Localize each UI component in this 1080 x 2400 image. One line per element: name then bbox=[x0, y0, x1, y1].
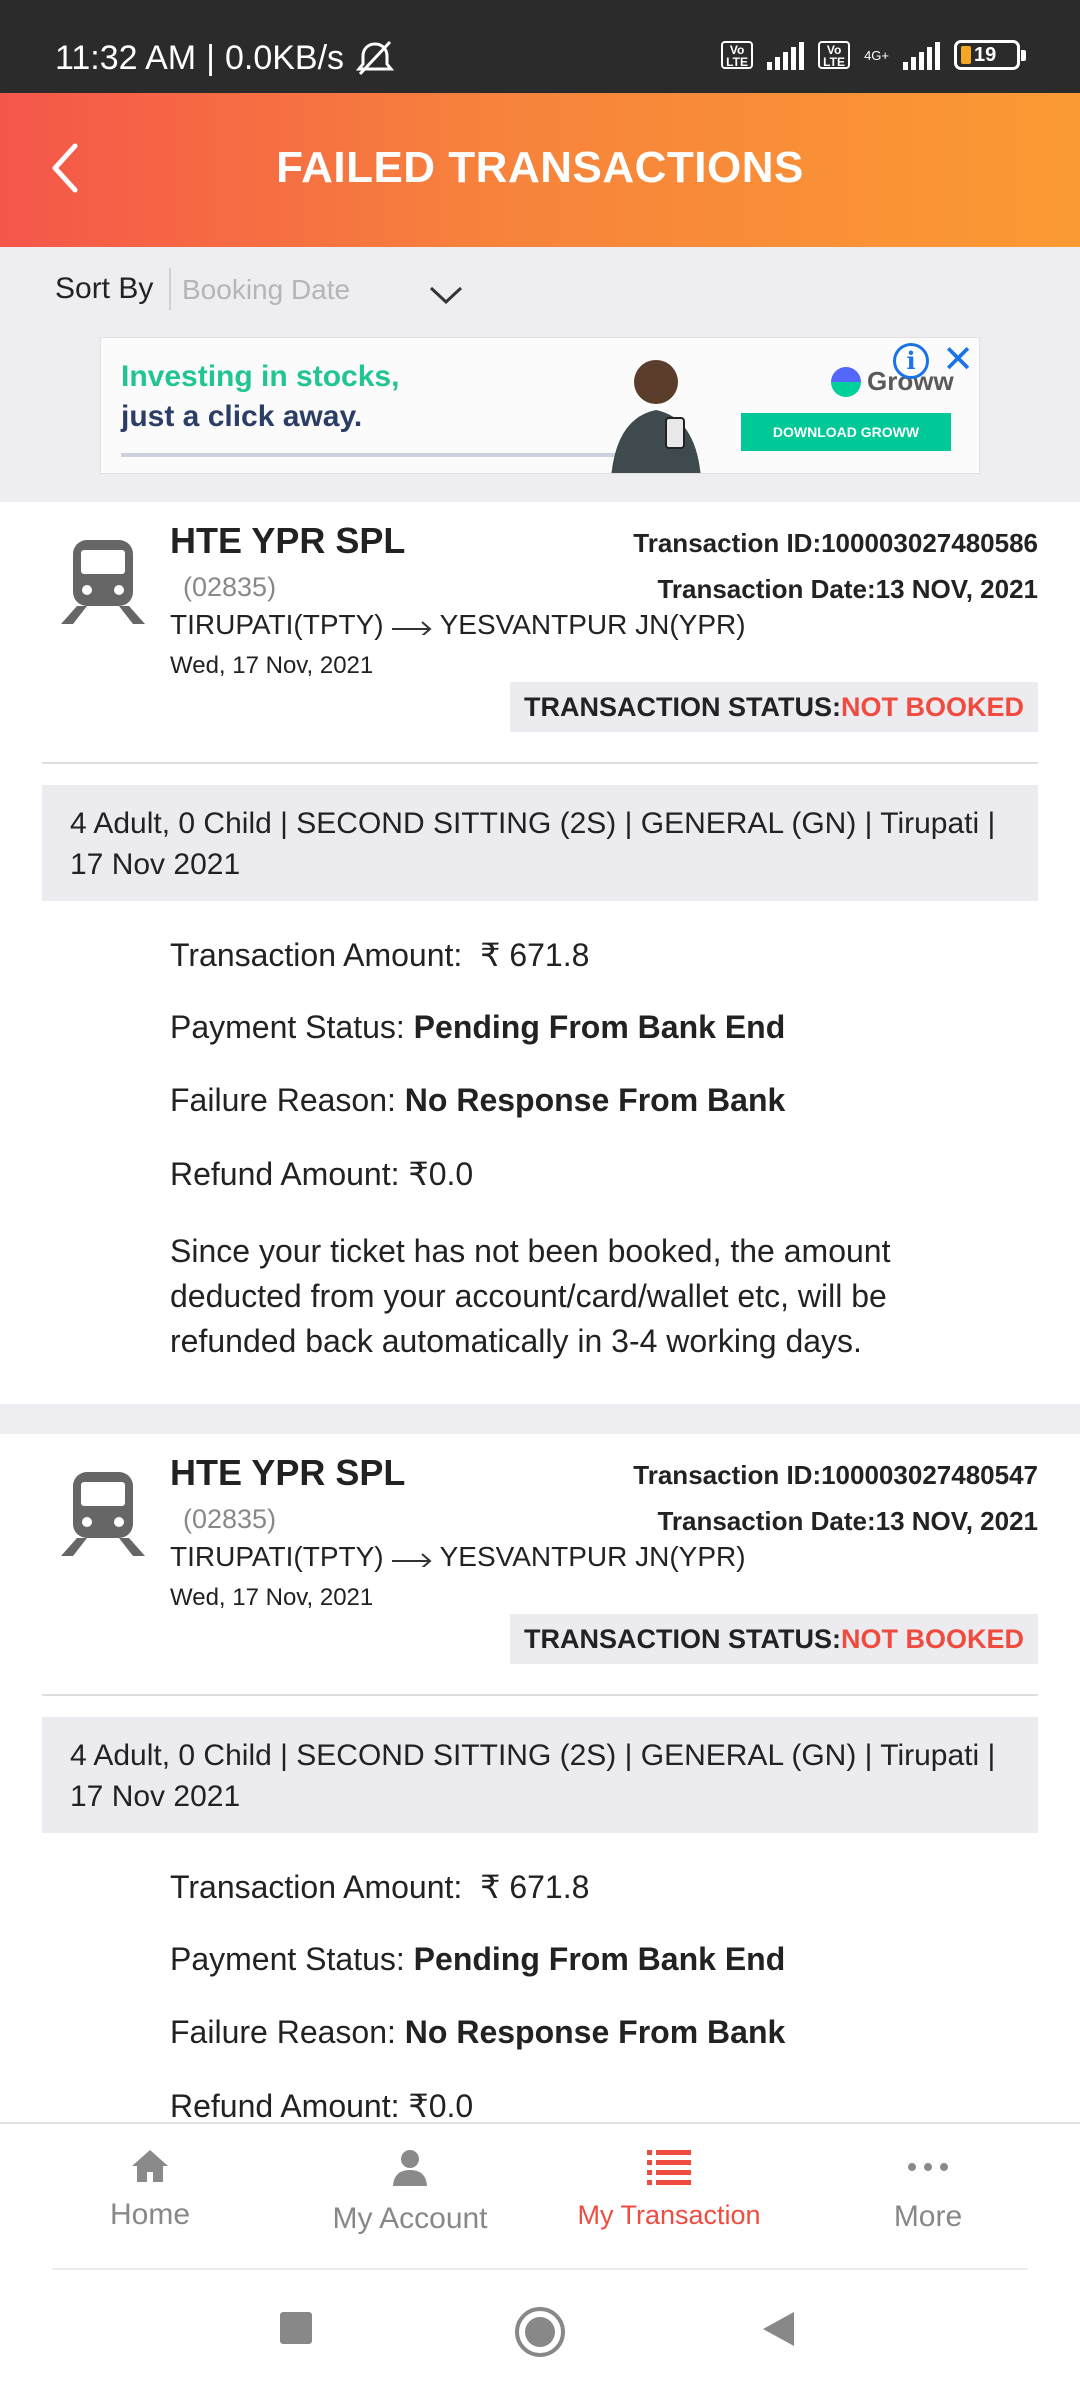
ad-brand: Groww bbox=[831, 366, 954, 397]
transaction-card[interactable]: HTE YPR SPL (02835) TIRUPATI(TPTY) YESVA… bbox=[0, 502, 1080, 1404]
refund-note: Since your ticket has not been booked, t… bbox=[170, 1233, 891, 1359]
train-icon bbox=[61, 1472, 145, 1556]
nav-home[interactable]: Home bbox=[20, 2148, 280, 2232]
signal-icon-2 bbox=[903, 40, 940, 70]
ad-headline-1: Investing in stocks, bbox=[121, 360, 400, 393]
clock: 11:32 AM bbox=[55, 38, 197, 77]
ad-banner[interactable]: Investing in stocks, just a click away. … bbox=[100, 337, 980, 474]
refund-amount: Refund Amount: ₹0.0 bbox=[170, 1156, 474, 1192]
home-icon bbox=[132, 2150, 168, 2182]
transaction-amount: Transaction Amount: ₹ 671.8 bbox=[170, 1869, 590, 1905]
route: TIRUPATI(TPTY) YESVANTPUR JN(YPR) bbox=[170, 609, 746, 641]
signal-icon bbox=[767, 40, 805, 70]
list-icon bbox=[647, 2150, 691, 2185]
divider bbox=[42, 762, 1038, 764]
train-name: HTE YPR SPL bbox=[170, 520, 406, 561]
failure-reason: Failure Reason: No Response From Bank bbox=[170, 2014, 786, 2050]
status-right: Vo LTE Vo LTE 4G+ 19 bbox=[721, 40, 1026, 70]
nav-more[interactable]: More bbox=[798, 2148, 1058, 2234]
account-icon bbox=[393, 2150, 427, 2186]
network-speed: 0.0KB/s bbox=[224, 38, 345, 77]
ad-info-icon[interactable]: i bbox=[893, 343, 929, 379]
route: TIRUPATI(TPTY) YESVANTPUR JN(YPR) bbox=[170, 1541, 746, 1573]
more-icon bbox=[908, 2163, 948, 2171]
alarm-off-icon bbox=[355, 40, 395, 76]
train-name: HTE YPR SPL bbox=[170, 1452, 406, 1493]
network-type: 4G+ bbox=[864, 47, 889, 63]
to-station: YESVANTPUR JN(YPR) bbox=[439, 609, 746, 640]
divider bbox=[42, 1694, 1038, 1696]
arrow-right-icon bbox=[391, 621, 432, 635]
refund-amount: Refund Amount: ₹0.0 bbox=[170, 2088, 474, 2122]
sort-dropdown[interactable]: Booking Date bbox=[182, 274, 350, 306]
ad-headline-2: just a click away. bbox=[121, 400, 363, 433]
payment-status: Payment Status: Pending From Bank End bbox=[170, 1009, 786, 1045]
status-badge: TRANSACTION STATUS: NOT BOOKED bbox=[510, 1614, 1038, 1664]
journey-date: Wed, 17 Nov, 2021 bbox=[170, 1584, 374, 1611]
transaction-id: Transaction ID:100003027480547 bbox=[633, 1460, 1038, 1490]
card-separator bbox=[0, 1404, 1080, 1434]
volte-badge-2: Vo LTE bbox=[818, 41, 851, 69]
transaction-amount: Transaction Amount: ₹ 671.8 bbox=[170, 937, 590, 973]
journey-date: Wed, 17 Nov, 2021 bbox=[170, 652, 374, 679]
recent-apps-icon[interactable] bbox=[278, 2310, 314, 2346]
ad-close-icon[interactable]: ✕ bbox=[940, 340, 976, 380]
system-nav-bar bbox=[0, 2270, 1080, 2400]
failure-reason: Failure Reason: No Response From Bank bbox=[170, 1082, 786, 1118]
status-left: 11:32 AM | 0.0KB/s bbox=[55, 38, 396, 78]
nav-my-account[interactable]: My Account bbox=[280, 2148, 540, 2236]
transaction-card[interactable]: HTE YPR SPL (02835) TIRUPATI(TPTY) YESVA… bbox=[0, 1434, 1080, 2122]
to-station: YESVANTPUR JN(YPR) bbox=[439, 1541, 746, 1572]
divider bbox=[169, 268, 171, 310]
groww-logo-icon bbox=[831, 366, 861, 397]
home-button-icon[interactable] bbox=[514, 2306, 566, 2358]
back-triangle-icon[interactable] bbox=[760, 2310, 796, 2348]
from-station: TIRUPATI(TPTY) bbox=[170, 1541, 384, 1572]
nav-my-transaction[interactable]: My Transaction bbox=[539, 2148, 799, 2231]
battery-icon: 19 bbox=[954, 40, 1026, 70]
transaction-id: Transaction ID:100003027480586 bbox=[633, 528, 1038, 558]
status-badge: TRANSACTION STATUS: NOT BOOKED bbox=[510, 682, 1038, 732]
page-title: FAILED TRANSACTIONS bbox=[276, 143, 804, 192]
ad-fine-print bbox=[121, 453, 641, 457]
booking-summary: 4 Adult, 0 Child | SECOND SITTING (2S) |… bbox=[42, 785, 1038, 901]
volte-badge: Vo LTE bbox=[721, 41, 754, 69]
ad-download-button[interactable]: DOWNLOAD GROWW bbox=[741, 413, 951, 451]
sort-label: Sort By bbox=[55, 272, 154, 305]
payment-status: Payment Status: Pending From Bank End bbox=[170, 1941, 786, 1977]
chevron-down-icon[interactable] bbox=[428, 284, 464, 306]
transaction-date: Transaction Date:13 NOV, 2021 bbox=[657, 1506, 1038, 1536]
bottom-nav: Home My Account My Transaction More bbox=[0, 2122, 1080, 2270]
train-number: (02835) bbox=[183, 572, 277, 602]
app-header: FAILED TRANSACTIONS bbox=[0, 93, 1080, 247]
arrow-right-icon bbox=[391, 1553, 432, 1567]
from-station: TIRUPATI(TPTY) bbox=[170, 609, 384, 640]
booking-summary: 4 Adult, 0 Child | SECOND SITTING (2S) |… bbox=[42, 1717, 1038, 1833]
ad-person-image bbox=[611, 360, 701, 473]
train-number: (02835) bbox=[183, 1504, 277, 1534]
train-icon bbox=[61, 540, 145, 624]
status-bar: 11:32 AM | 0.0KB/s Vo LTE Vo LTE 4G+ 19 bbox=[0, 0, 1080, 93]
transaction-date: Transaction Date:13 NOV, 2021 bbox=[657, 574, 1038, 604]
